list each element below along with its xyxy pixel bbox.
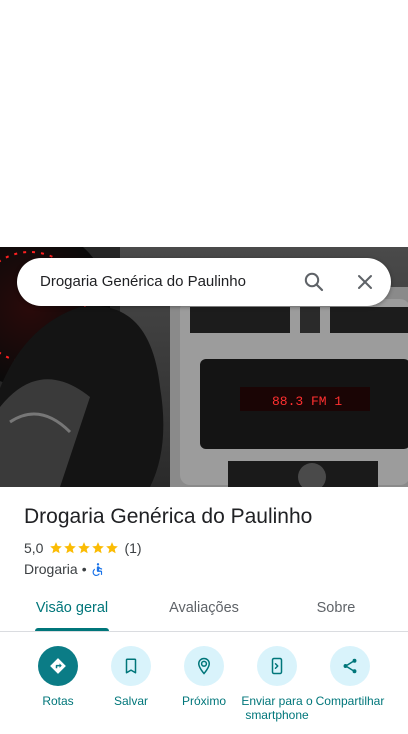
star-icon [106,542,119,554]
action-buttons: Rotas Salvar Próximo Enviar para o smart… [0,632,408,734]
tab-bar: Visão geral Avaliações Sobre [0,589,408,632]
directions-icon[interactable] [38,646,78,686]
nearby-icon[interactable] [184,646,224,686]
save-label: Salvar [113,694,148,708]
tab-about[interactable]: Sobre [292,589,380,632]
bookmark-icon[interactable] [111,646,151,686]
place-category: Drogaria [24,561,78,577]
send-to-phone-label: Enviar para o smartphone [241,694,313,722]
search-bar[interactable]: Drogaria Genérica do Paulinho [17,258,391,306]
save-button[interactable]: Salvar [93,646,169,708]
share-icon[interactable] [330,646,370,686]
directions-button[interactable]: Rotas [20,646,96,708]
rating-row[interactable]: 5,0 (1) [24,539,142,557]
close-icon[interactable] [353,270,377,294]
star-icon [92,542,105,554]
directions-label: Rotas [42,694,74,708]
category-row: Drogaria • [24,560,105,578]
search-icon[interactable] [302,270,326,294]
send-to-phone-button[interactable]: Enviar para o smartphone [239,646,315,722]
map-blank-area [0,0,408,247]
star-icon [78,542,91,554]
place-title: Drogaria Genérica do Paulinho [24,505,313,528]
search-input[interactable]: Drogaria Genérica do Paulinho [40,258,246,306]
rating-value: 5,0 [24,540,44,556]
share-button[interactable]: Compartilhar [312,646,388,708]
wheelchair-icon [92,563,102,576]
star-icon [64,542,77,554]
review-count[interactable]: (1) [124,540,141,556]
send-to-phone-icon[interactable] [257,646,297,686]
tab-reviews[interactable]: Avaliações [160,589,248,632]
nearby-label: Próximo [181,694,226,708]
rating-stars [49,541,119,555]
tab-overview[interactable]: Visão geral [28,589,116,632]
radio-display-text: 88.3 FM 1 [272,394,342,409]
nearby-button[interactable]: Próximo [166,646,242,708]
separator-dot: • [81,561,87,577]
share-label: Compartilhar [315,694,385,708]
star-icon [50,542,63,554]
